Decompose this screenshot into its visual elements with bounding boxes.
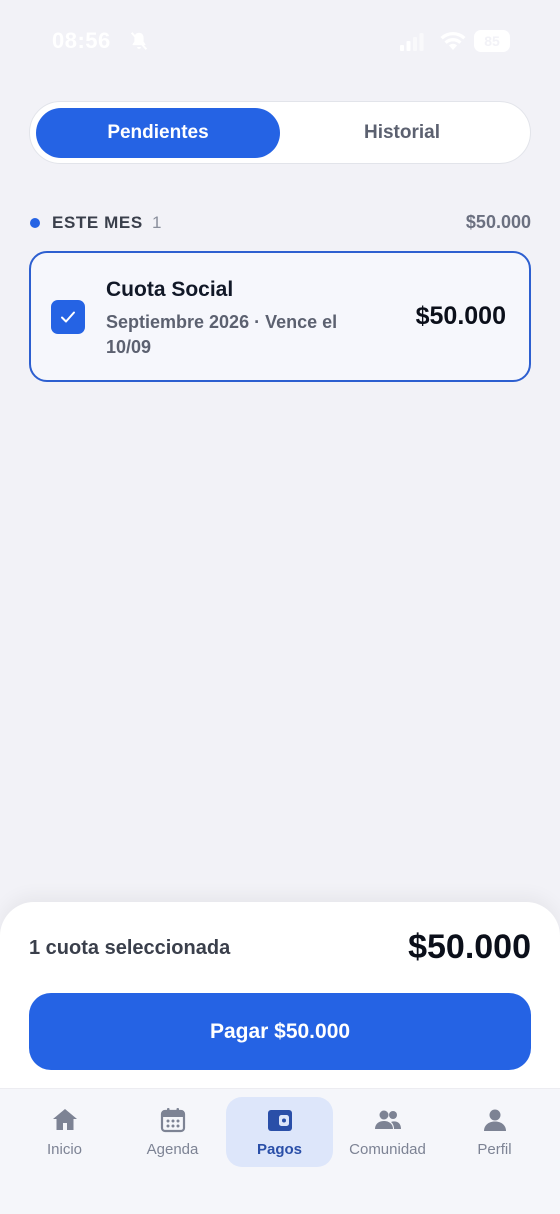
tab-pending[interactable]: Pendientes [36,108,280,158]
payment-subtitle: Septiembre 2026 · Vence el 10/09 [106,312,338,357]
nav-item-agenda[interactable]: Agenda [119,1097,226,1167]
payment-title: Cuota Social [106,278,234,301]
bell-muted-icon [130,32,148,50]
payment-card[interactable]: Cuota Social Septiembre 2026 · Vence el … [29,251,531,382]
wifi-icon [440,31,466,50]
signal-icon [400,33,424,51]
person-icon [483,1109,506,1131]
calendar-icon [160,1108,185,1133]
status-time: 08:56 [52,28,111,53]
nav-item-comunidad[interactable]: Comunidad [334,1097,441,1167]
battery-indicator: 85 [474,30,510,52]
bottom-nav: Inicio Agenda Pagos Comunidad Perfil [0,1088,560,1214]
payments-tabs: Pendientes Historial [29,101,531,164]
nav-label: Comunidad [349,1141,426,1158]
checkmark-icon [61,311,75,323]
nav-label: Agenda [146,1141,199,1158]
wallet-icon [267,1110,292,1131]
status-bar: 08:56 85 [0,0,560,84]
nav-item-inicio[interactable]: Inicio [11,1097,118,1167]
section-dot [30,218,40,228]
section-title: ESTE MES [52,213,143,232]
selected-count-label: 1 cuota seleccionada [29,937,231,959]
people-icon [374,1110,401,1129]
tab-history[interactable]: Historial [280,108,524,158]
payment-amount: $50.000 [415,302,506,330]
summary-total: $50.000 [408,928,531,966]
nav-label: Pagos [256,1141,302,1158]
section-header: ESTE MES 1 $50.000 [29,208,531,238]
section-count: 1 [152,213,162,232]
section-total: $50.000 [465,212,531,232]
nav-item-pagos[interactable]: Pagos [226,1097,333,1167]
pay-button[interactable]: Pagar $50.000 [29,993,531,1070]
home-icon [52,1109,77,1130]
payment-checkbox[interactable] [51,300,85,334]
nav-label: Perfil [477,1141,512,1158]
payment-summary: 1 cuota seleccionada $50.000 Pagar $50.0… [0,902,560,1088]
nav-item-perfil[interactable]: Perfil [441,1097,548,1167]
nav-label: Inicio [46,1141,83,1158]
